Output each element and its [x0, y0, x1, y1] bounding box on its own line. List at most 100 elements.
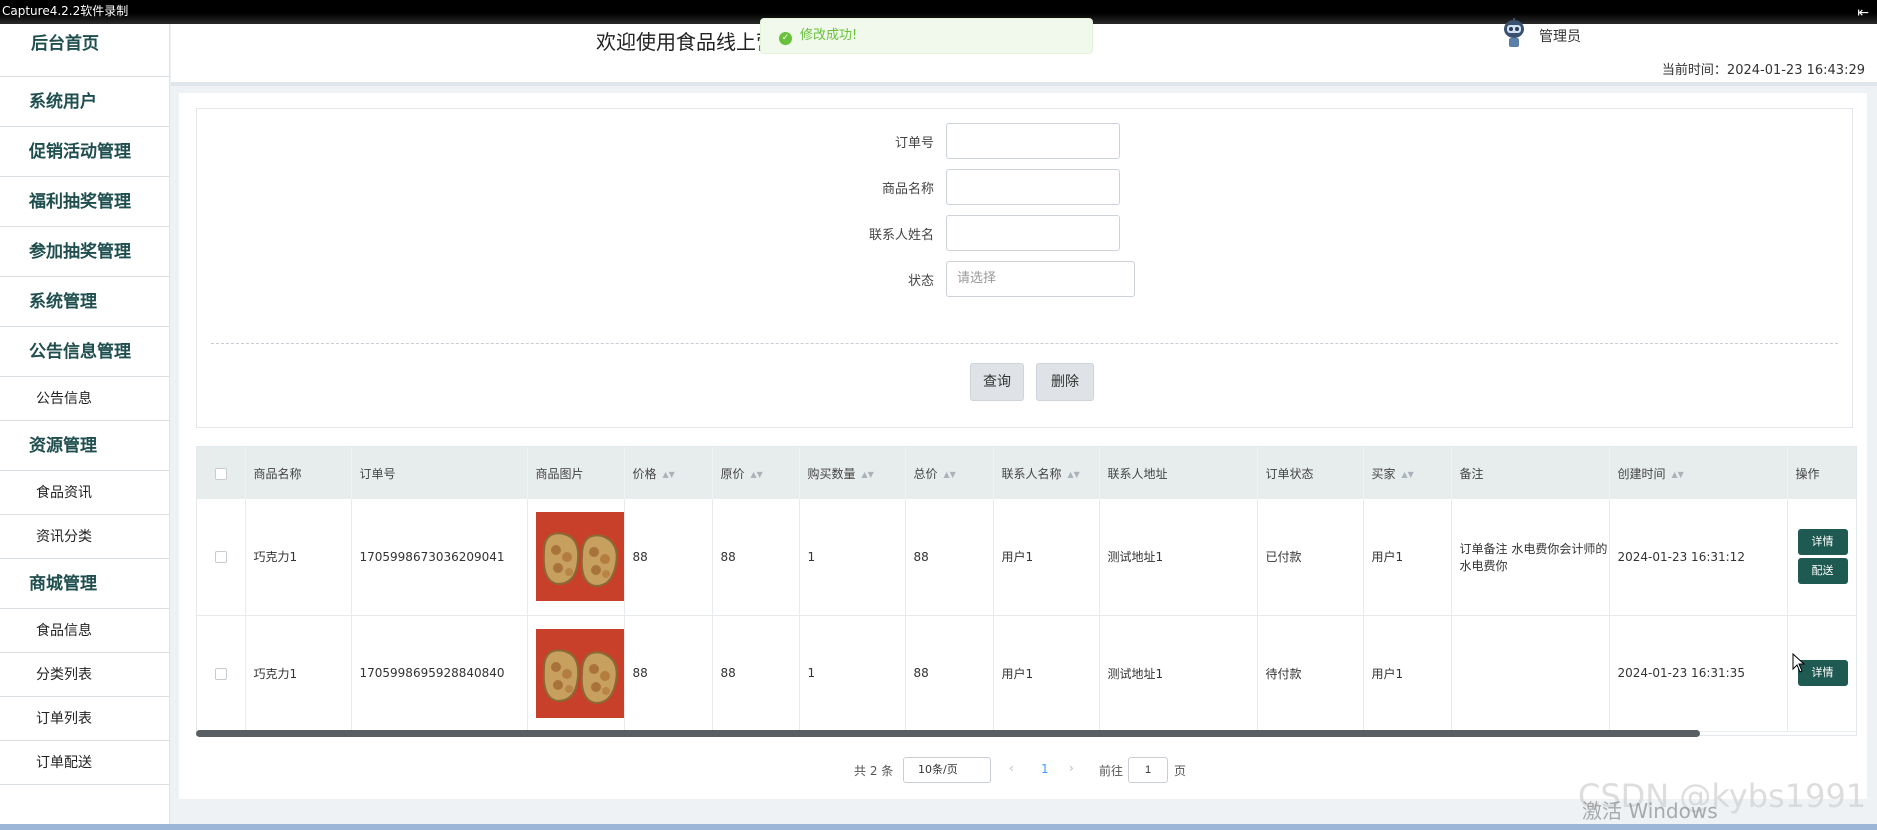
column-header-label: 联系人地址: [1107, 466, 1168, 481]
next-page-icon[interactable]: ›: [1069, 761, 1074, 775]
select-all-cell: [197, 447, 246, 499]
column-header-label: 购买数量: [807, 466, 856, 481]
sidebar-item[interactable]: 资源管理: [0, 421, 169, 471]
sort-icon[interactable]: ▲▼: [751, 470, 763, 479]
sort-icon[interactable]: ▲▼: [663, 470, 675, 479]
sidebar-subitem[interactable]: 订单配送: [0, 741, 169, 785]
toast-message: 修改成功!: [800, 28, 858, 43]
column-header: 操作: [1787, 447, 1856, 499]
sidebar-item[interactable]: 商城管理: [0, 559, 169, 609]
goto-prefix: 前往: [1099, 764, 1124, 778]
mouse-cursor-icon: [1792, 653, 1806, 673]
sidebar: 后台首页 系统用户 促销活动管理 福利抽奖管理 参加抽奖管理 系统管理 公告信息管理 公告信息…: [0, 24, 170, 830]
header: 欢迎使用食品线上营 ✓ 修改成功! 管理员 当前时间：2024-01-23 16:…: [171, 18, 1877, 83]
cell-contact: 用户1: [993, 615, 1100, 732]
column-header[interactable]: 购买数量 ▲▼: [799, 447, 906, 499]
cell-orig-price: 88: [712, 615, 800, 732]
select-all-checkbox[interactable]: [214, 467, 227, 480]
windows-activation-watermark: 激活 Windows: [1582, 799, 1718, 823]
sidebar-item[interactable]: 促销活动管理: [0, 127, 169, 177]
cell-status: 待付款: [1257, 615, 1364, 732]
cell-address: 测试地址1: [1099, 615, 1258, 732]
cell-price: 88: [624, 499, 713, 616]
check-circle-icon: ✓: [779, 32, 792, 45]
success-toast: ✓ 修改成功!: [760, 18, 1093, 54]
column-header: 订单状态: [1257, 447, 1364, 499]
column-header-label: 总价: [913, 466, 938, 481]
goto-page-input[interactable]: [1128, 757, 1168, 783]
page-number[interactable]: 1: [1041, 762, 1049, 776]
cell-name: 巧克力1: [245, 499, 352, 616]
sidebar-item[interactable]: 福利抽奖管理: [0, 177, 169, 227]
prev-page-icon[interactable]: ‹: [1009, 761, 1014, 775]
sidebar-subitem[interactable]: 订单列表: [0, 697, 169, 741]
page-size-select[interactable]: 10条/页: [903, 757, 991, 783]
column-header[interactable]: 总价 ▲▼: [905, 447, 994, 499]
sort-icon[interactable]: ▲▼: [1402, 470, 1414, 479]
product-image-cell: [527, 615, 625, 732]
query-button[interactable]: 查询: [970, 363, 1024, 401]
status-label: 状态: [907, 274, 934, 289]
horizontal-scrollbar[interactable]: [196, 730, 1700, 737]
robot-avatar-icon[interactable]: [1501, 16, 1527, 48]
column-header[interactable]: 原价 ▲▼: [712, 447, 800, 499]
column-header-label: 商品名称: [253, 466, 302, 481]
product-name-label: 商品名称: [881, 182, 934, 197]
column-header: 备注: [1451, 447, 1610, 499]
sidebar-item[interactable]: 系统用户: [0, 77, 169, 127]
sort-icon[interactable]: ▲▼: [1068, 470, 1080, 479]
delete-button[interactable]: 删除: [1036, 363, 1094, 401]
sidebar-item[interactable]: 系统管理: [0, 277, 169, 327]
sort-icon[interactable]: ▲▼: [862, 470, 874, 479]
column-header[interactable]: 买家 ▲▼: [1363, 447, 1452, 499]
product-name-row: 商品名称: [197, 169, 1852, 205]
sidebar-subitem[interactable]: 分类列表: [0, 653, 169, 697]
goto-suffix: 页: [1174, 764, 1187, 778]
sidebar-item[interactable]: 公告信息管理: [0, 327, 169, 377]
order-number-input[interactable]: [946, 123, 1120, 159]
dispatch-button[interactable]: 配送: [1797, 558, 1848, 585]
sidebar-subitem[interactable]: 食品信息: [0, 609, 169, 653]
cell-qty: 1: [799, 615, 906, 732]
sidebar-subitem[interactable]: 食品资讯: [0, 471, 169, 515]
row-checkbox[interactable]: [214, 667, 227, 680]
sidebar-item[interactable]: 参加抽奖管理: [0, 227, 169, 277]
detail-button[interactable]: 详情: [1797, 529, 1848, 556]
row-checkbox-cell: [197, 499, 246, 616]
column-header-label: 创建时间: [1617, 466, 1666, 481]
collapse-icon[interactable]: ⇤: [1857, 2, 1869, 24]
order-number-row: 订单号: [197, 123, 1852, 159]
welcome-title: 欢迎使用食品线上营: [596, 30, 776, 54]
chocolate-product-image[interactable]: [535, 628, 624, 718]
capture-title: Capture4.2.2软件录制: [2, 4, 129, 18]
column-header-label: 买家: [1371, 466, 1396, 481]
cell-note: [1451, 615, 1610, 732]
column-header-label: 商品图片: [535, 466, 584, 481]
current-time: 当前时间：2024-01-23 16:43:29: [1661, 63, 1865, 78]
column-header: 商品图片: [527, 447, 625, 499]
sidebar-subitem[interactable]: 资讯分类: [0, 515, 169, 559]
table-row: 巧克力1 1705998673036209041 88 88 1 88 用户1 测试地址1 已付…: [197, 499, 1856, 616]
cell-address: 测试地址1: [1099, 499, 1258, 616]
contact-name-input[interactable]: [946, 215, 1120, 251]
pagination-total: 共 2 条: [854, 764, 894, 778]
column-header[interactable]: 创建时间 ▲▼: [1609, 447, 1788, 499]
product-name-input[interactable]: [946, 169, 1120, 205]
column-header: 订单号: [351, 447, 528, 499]
column-header[interactable]: 联系人名称 ▲▼: [993, 447, 1100, 499]
status-select[interactable]: 请选择: [946, 261, 1135, 297]
column-header-label: 联系人名称: [1001, 466, 1062, 481]
user-name[interactable]: 管理员: [1539, 26, 1581, 46]
row-checkbox[interactable]: [214, 551, 227, 564]
sort-icon[interactable]: ▲▼: [944, 470, 956, 479]
sidebar-item[interactable]: 后台首页: [0, 24, 169, 77]
column-header[interactable]: 价格 ▲▼: [624, 447, 713, 499]
column-header: 商品名称: [245, 447, 352, 499]
contact-name-row: 联系人姓名: [197, 215, 1852, 251]
sidebar-subitem[interactable]: 公告信息: [0, 377, 169, 421]
cell-buyer: 用户1: [1363, 499, 1452, 616]
chocolate-product-image[interactable]: [535, 512, 624, 602]
table-header-row: 商品名称 订单号 商品图片 价格 ▲▼ 原价 ▲▼ 购买数量 ▲▼ 总价 ▲▼ 联系人名称 ▲▼ 联系人地…: [197, 447, 1856, 499]
cell-name: 巧克力1: [245, 615, 352, 732]
sort-icon[interactable]: ▲▼: [1672, 470, 1684, 479]
